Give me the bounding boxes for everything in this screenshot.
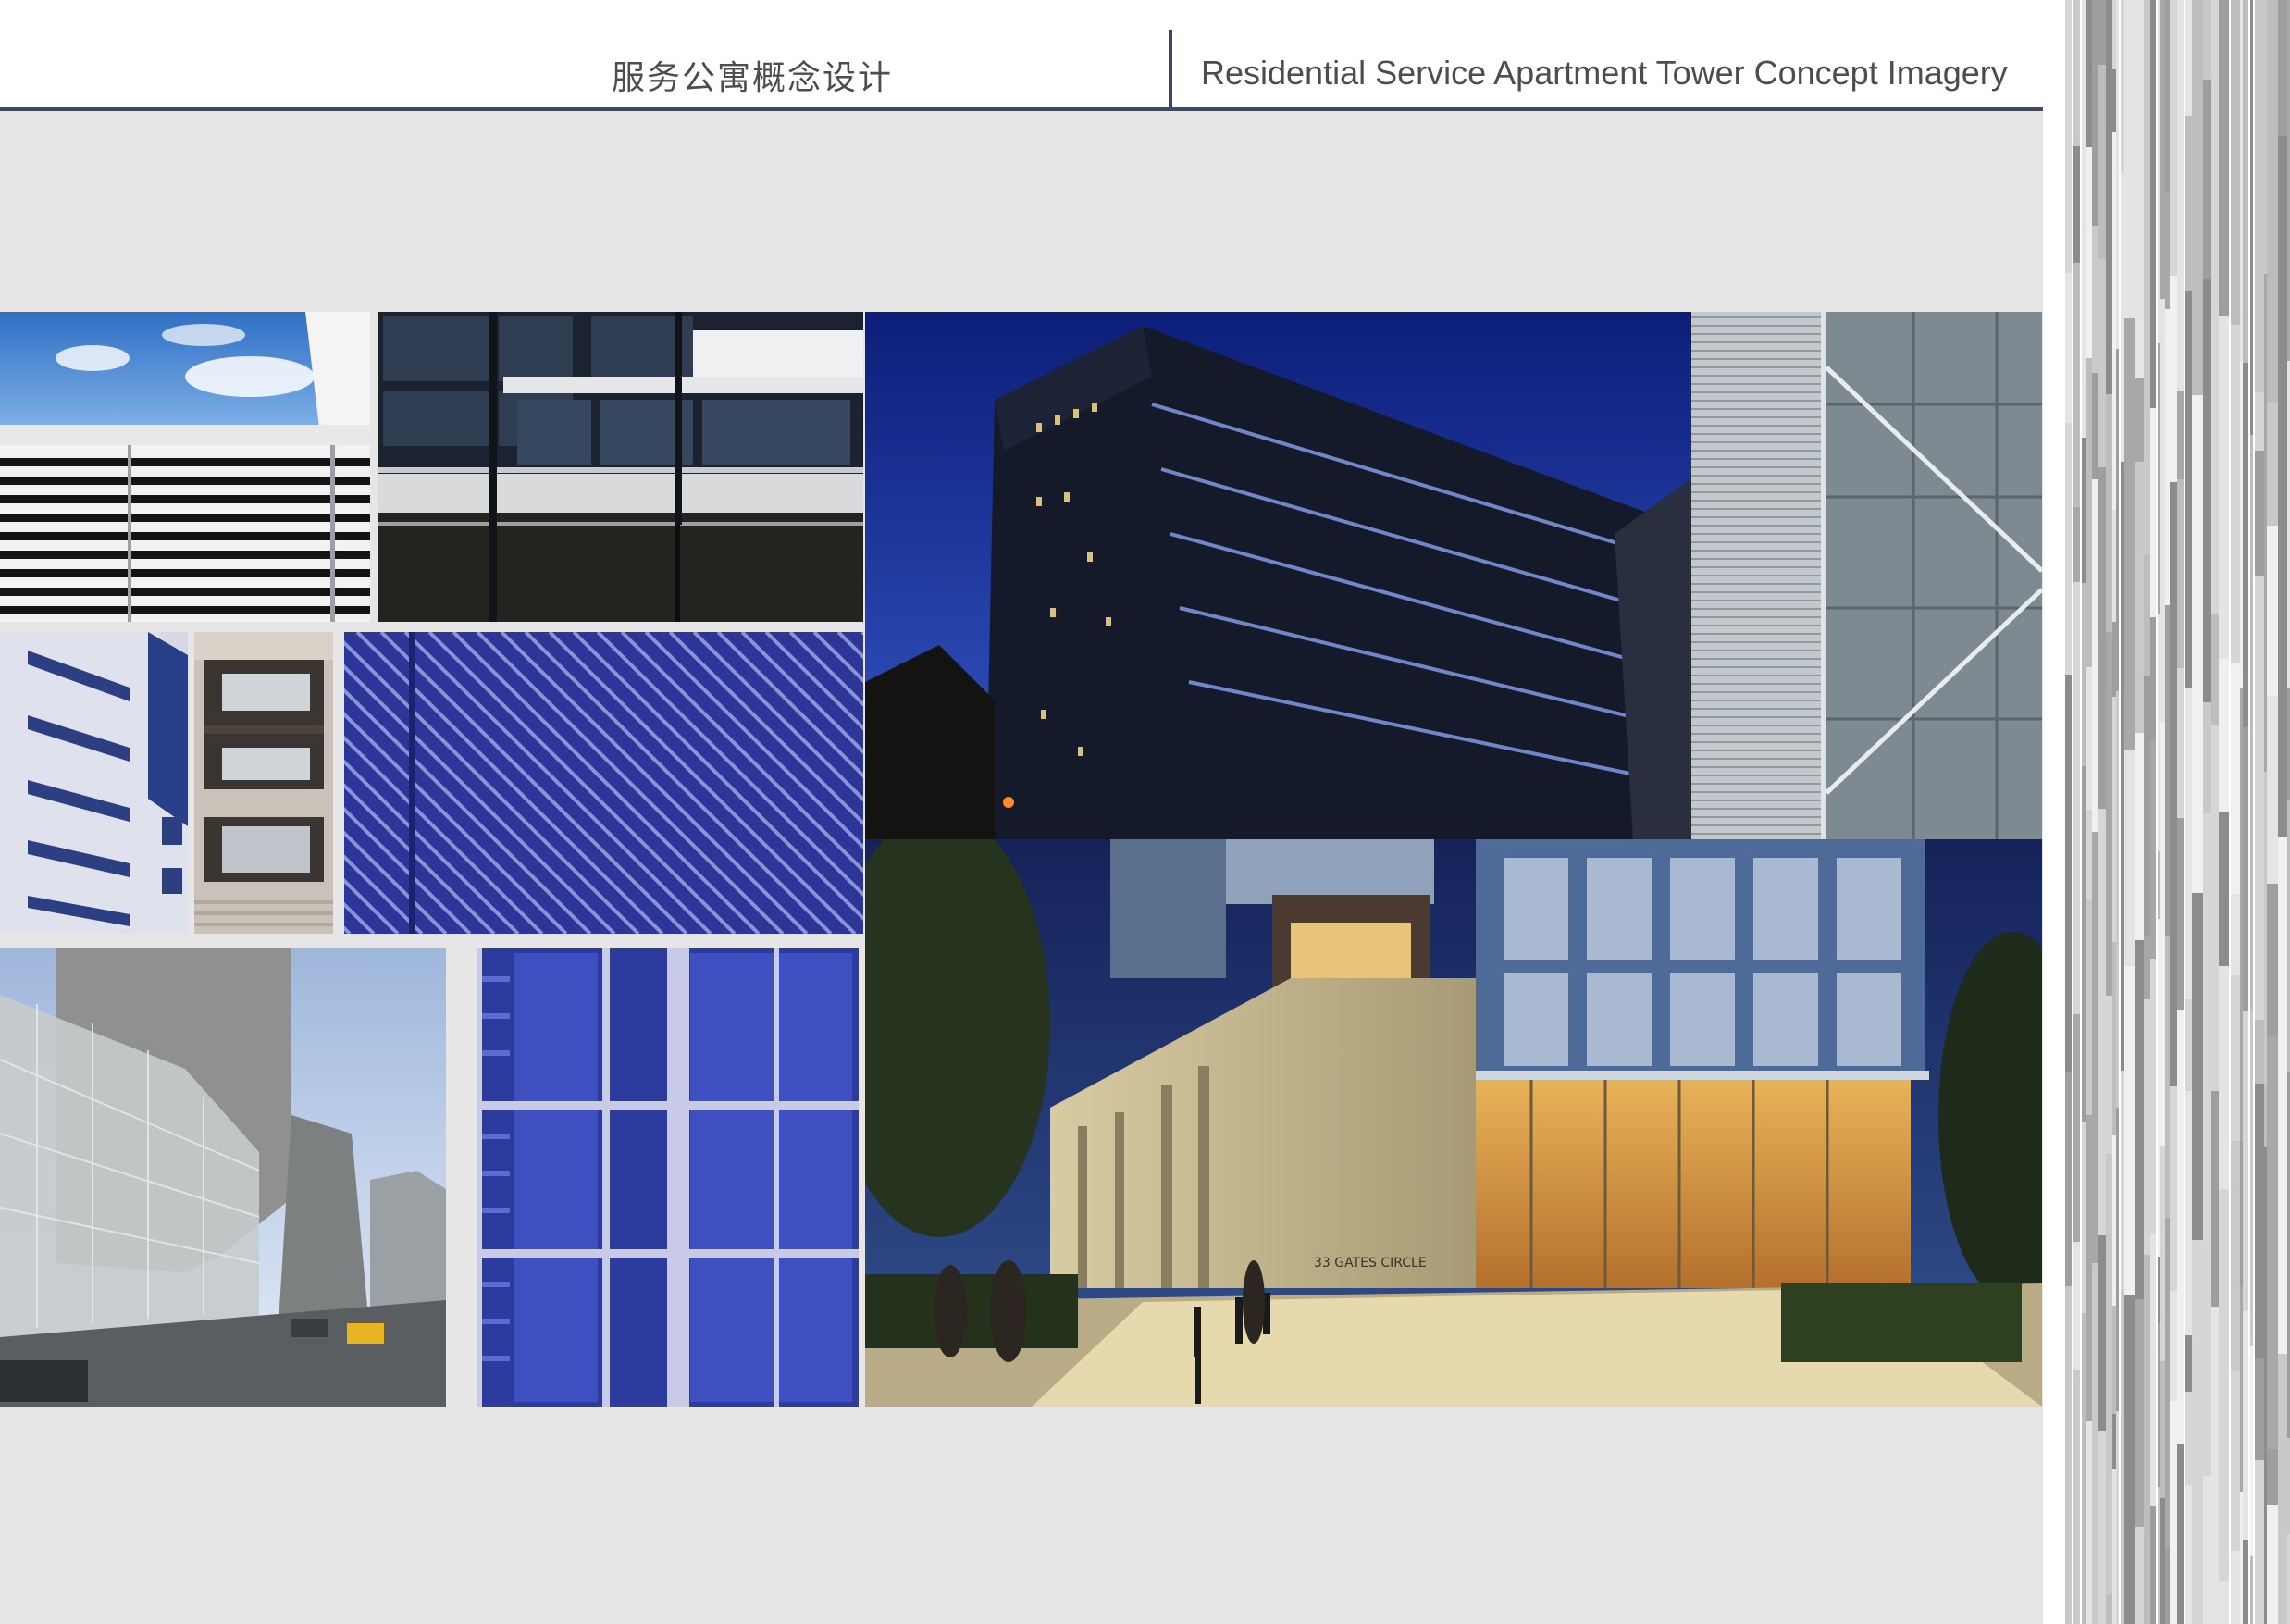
building-address-sign: 33 GATES CIRCLE: [1314, 1256, 1427, 1271]
glass-balcony-facade-photo: [378, 312, 863, 622]
apartment-entrance-night-render-photo: 33 GATES CIRCLE: [865, 839, 2042, 1407]
page-header: 服务公寓概念设计 Residential Service Apartment T…: [0, 0, 2043, 111]
street-glass-building-render-photo: [0, 948, 446, 1407]
title-divider: [1169, 30, 1172, 108]
blue-curtain-wall-photo: [477, 948, 859, 1407]
white-facade-strip-windows-photo: [0, 632, 188, 934]
stone-window-grid-photo: [194, 632, 333, 934]
page-title-chinese: 服务公寓概念设计: [611, 59, 893, 97]
blue-louver-closeup-photo: [344, 632, 863, 934]
decorative-stripe-band: [2065, 0, 2290, 1624]
night-office-tower-photo: [865, 312, 1691, 839]
page-title-english: Residential Service Apartment Tower Conc…: [1201, 54, 2008, 92]
vertical-louver-screen-photo: [1691, 312, 2042, 839]
louver-facade-sky-photo: [0, 312, 370, 622]
